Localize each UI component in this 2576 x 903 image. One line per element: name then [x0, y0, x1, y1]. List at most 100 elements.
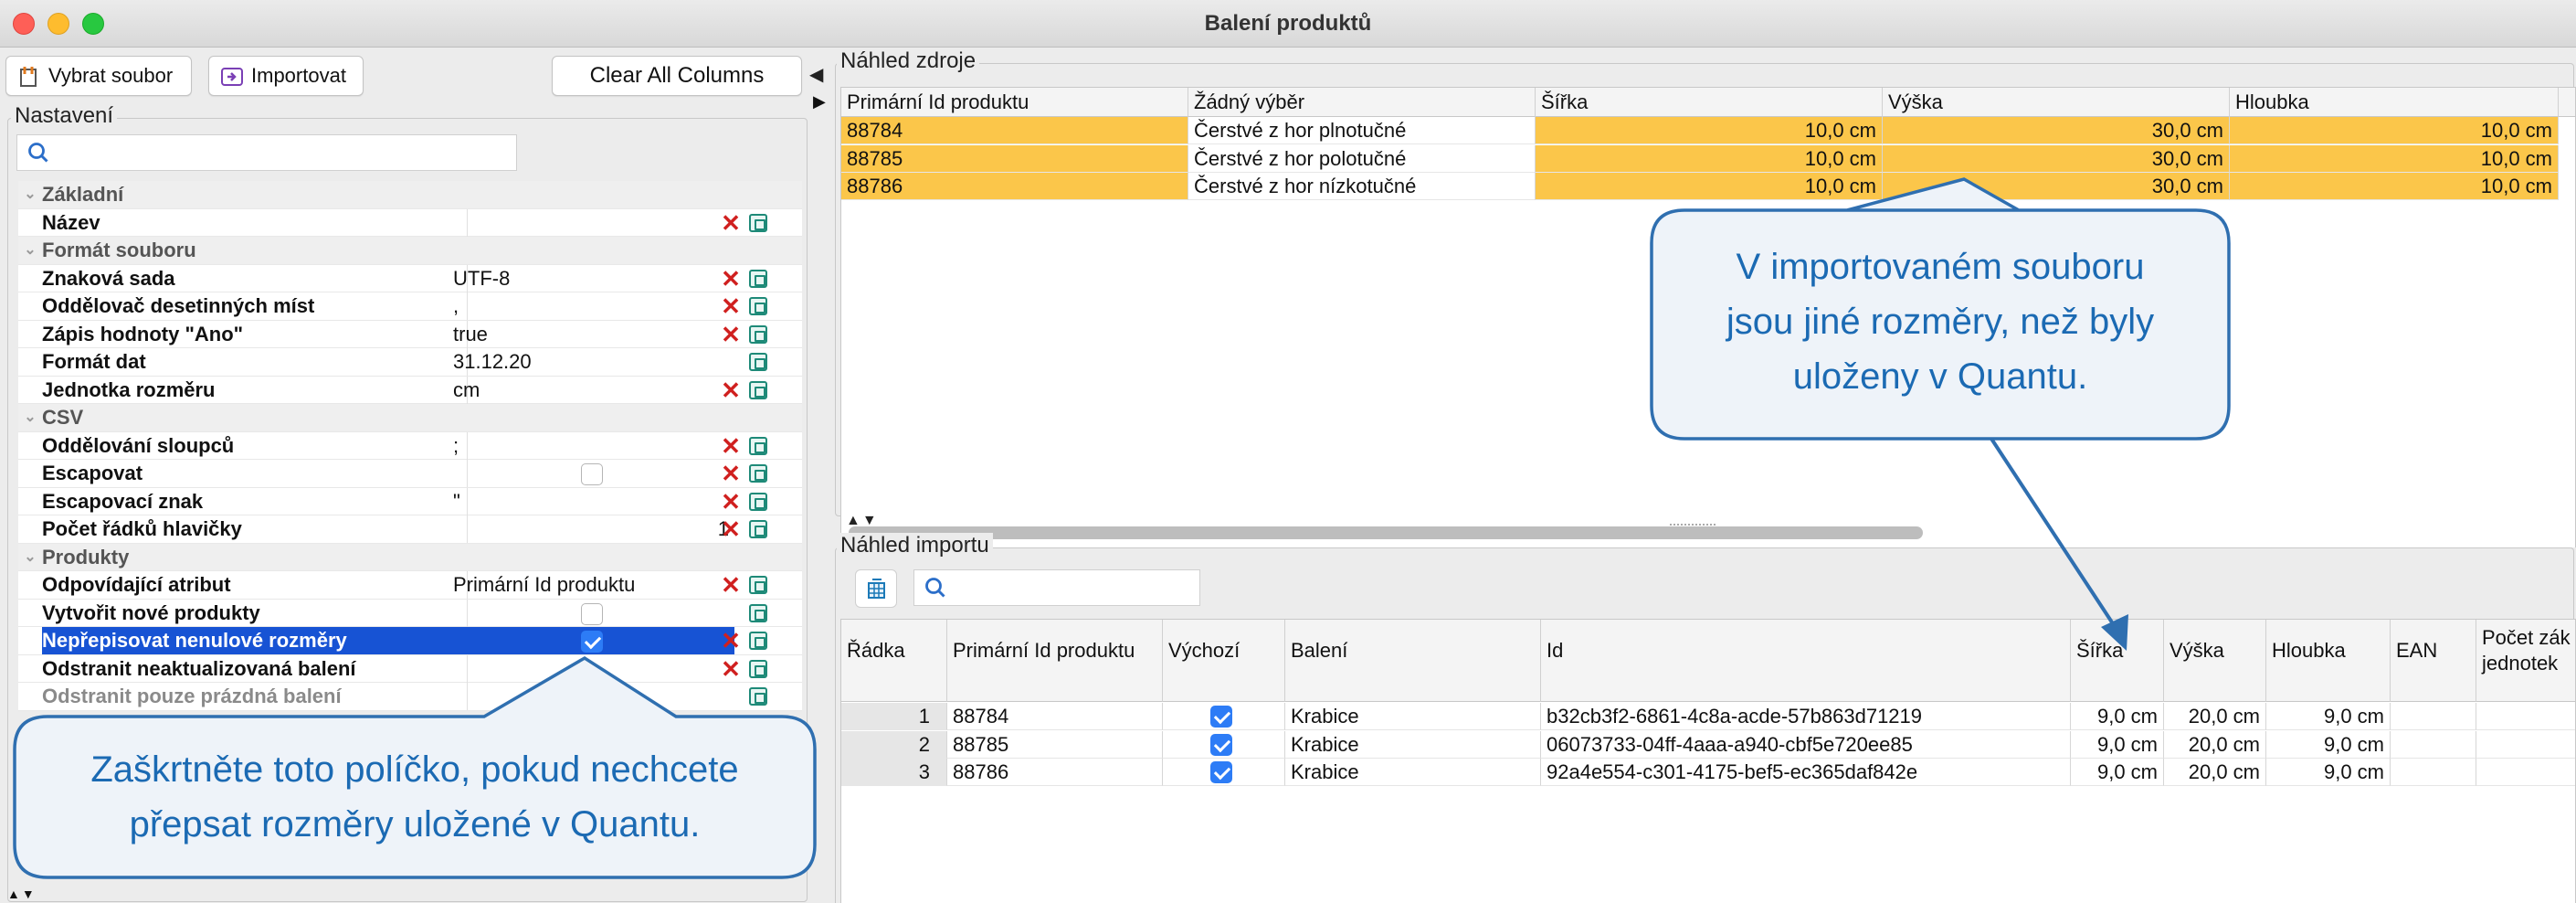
property-value[interactable] [451, 683, 734, 710]
expand-right-arrow-icon[interactable]: ▶ [813, 92, 826, 112]
settings-row[interactable]: Jednotka rozměru cm ✕ [18, 376, 802, 404]
default-checkbox[interactable] [1210, 733, 1232, 756]
copy-value-icon[interactable] [749, 213, 767, 232]
chevron-down-icon[interactable]: ⌄ [18, 404, 42, 431]
copy-value-icon[interactable] [749, 492, 767, 511]
settings-section[interactable]: ⌄ Formát souboru [18, 237, 802, 265]
table-row[interactable]: 3 88786 Krabice 92a4e554-c301-4175-bef5-ec3… [841, 759, 2575, 786]
clear-value-icon[interactable]: ✕ [718, 655, 744, 683]
column-header[interactable]: Počet zák jednotek [2476, 620, 2575, 702]
property-value[interactable]: UTF-8 [451, 265, 734, 292]
property-checkbox[interactable] [581, 602, 603, 625]
settings-row[interactable]: Nepřepisovat nenulové rozměry ✕ [18, 627, 802, 655]
chevron-down-icon[interactable]: ⌄ [18, 544, 42, 571]
horizontal-scrollbar[interactable] [849, 526, 1923, 539]
settings-row[interactable]: Oddělovač desetinných míst, ✕ [18, 292, 802, 321]
property-value[interactable]: cm [451, 377, 734, 404]
property-value[interactable]: 1 [451, 515, 734, 543]
default-checkbox[interactable] [1210, 706, 1232, 728]
default-checkbox[interactable] [1210, 761, 1232, 783]
column-header[interactable]: Výška [2164, 620, 2266, 702]
copy-value-icon[interactable] [749, 380, 767, 399]
column-header[interactable]: Žádný výběr [1188, 88, 1536, 117]
settings-row[interactable]: Odstranit neaktualizovaná balení ✕ [18, 654, 802, 683]
import-preview-table[interactable]: Řádka Primární Id produktu Výchozí Balení Id… [840, 619, 2576, 903]
settings-row[interactable]: Escapovací znak " ✕ [18, 487, 802, 515]
property-value[interactable] [451, 209, 734, 237]
column-header[interactable]: Řádka [841, 620, 947, 702]
settings-section[interactable]: ⌄ CSV [18, 404, 802, 432]
copy-value-icon[interactable] [749, 324, 767, 344]
table-row[interactable]: 2 88785 Krabice 06073733-04ff-4aaa-a940-cbf… [841, 730, 2575, 759]
clear-value-icon[interactable]: ✕ [718, 209, 744, 237]
property-value[interactable]: true [451, 321, 734, 348]
settings-section[interactable]: ⌄ Produkty [18, 543, 802, 571]
property-value[interactable]: Primární Id produktu [451, 571, 734, 599]
clear-value-icon[interactable]: ✕ [718, 515, 744, 543]
clear-value-icon[interactable]: ✕ [718, 627, 744, 654]
column-header[interactable]: Primární Id produktu [841, 88, 1188, 117]
left-splitter-arrows-icon[interactable]: ▲▼ [7, 887, 37, 901]
table-row[interactable]: 88785 Čerstvé z hor polotučné 10,0 cm 30,0 … [841, 144, 2575, 173]
chevron-down-icon[interactable]: ⌄ [18, 181, 42, 208]
clear-value-icon[interactable]: ✕ [718, 292, 744, 320]
clear-all-columns-button[interactable]: Clear All Columns [552, 56, 802, 96]
settings-row[interactable]: Formát dat 31.12.20 [18, 348, 802, 377]
settings-row[interactable]: Vytvořit nové produkty [18, 599, 802, 627]
column-header[interactable]: Výchozí [1163, 620, 1285, 702]
copy-value-icon[interactable] [749, 659, 767, 678]
settings-row[interactable]: Název ✕ [18, 208, 802, 237]
column-header[interactable]: Hloubka [2230, 88, 2559, 117]
property-checkbox[interactable] [581, 631, 603, 653]
clear-value-icon[interactable]: ✕ [718, 321, 744, 348]
settings-row[interactable]: Oddělování sloupců; ✕ [18, 431, 802, 460]
copy-value-icon[interactable] [749, 297, 767, 315]
copy-value-icon[interactable] [749, 520, 767, 538]
settings-section[interactable]: ⌄ Základní [18, 181, 802, 209]
settings-row[interactable]: Odstranit pouze prázdná balení [18, 683, 802, 711]
property-checkbox[interactable] [581, 463, 603, 485]
property-value[interactable] [451, 655, 734, 683]
splitter-arrows-icon[interactable]: ▲▼ [846, 513, 879, 529]
import-button[interactable]: Importovat [208, 56, 364, 96]
clear-value-icon[interactable]: ✕ [718, 571, 744, 599]
table-row[interactable]: 88784 Čerstvé z hor plnotučné 10,0 cm 30,0 … [841, 117, 2575, 144]
clear-value-icon[interactable]: ✕ [718, 377, 744, 404]
property-value[interactable]: , [451, 292, 734, 320]
clear-value-icon[interactable]: ✕ [718, 460, 744, 487]
settings-row[interactable]: Odpovídající atribut Primární Id produktu… [18, 571, 802, 600]
clear-value-icon[interactable]: ✕ [718, 432, 744, 460]
copy-value-icon[interactable] [749, 353, 767, 371]
property-value[interactable]: 31.12.20 [451, 348, 734, 376]
settings-search-input[interactable] [16, 134, 517, 171]
copy-value-icon[interactable] [749, 603, 767, 622]
copy-value-icon[interactable] [749, 632, 767, 650]
table-row[interactable]: 1 88784 Krabice b32cb3f2-6861-4c8a-acde-57b… [841, 703, 2575, 730]
copy-value-icon[interactable] [749, 687, 767, 706]
settings-row[interactable]: Zápis hodnoty "Ano" true ✕ [18, 320, 802, 348]
copy-value-icon[interactable] [749, 436, 767, 455]
copy-value-icon[interactable] [749, 269, 767, 288]
property-value[interactable]: " [451, 488, 734, 515]
export-button[interactable] [855, 569, 897, 608]
table-row[interactable]: 88786 Čerstvé z hor nízkotučné 10,0 cm 30,0… [841, 173, 2575, 200]
column-header[interactable]: Šířka [1536, 88, 1883, 117]
column-header[interactable]: Výška [1883, 88, 2230, 117]
splitter-handle[interactable] [1670, 524, 1716, 526]
collapse-left-arrow-icon[interactable]: ◀ [809, 63, 823, 86]
clear-value-icon[interactable]: ✕ [718, 488, 744, 515]
column-header[interactable]: Šířka [2071, 620, 2164, 702]
copy-value-icon[interactable] [749, 576, 767, 594]
settings-row[interactable]: Znaková sada UTF-8 ✕ [18, 264, 802, 292]
select-file-button[interactable]: Vybrat soubor [5, 56, 192, 96]
settings-row[interactable]: Počet řádků hlavičky 1 ✕ [18, 515, 802, 544]
chevron-down-icon[interactable]: ⌄ [18, 237, 42, 264]
clear-value-icon[interactable]: ✕ [718, 265, 744, 292]
import-search-input[interactable] [913, 569, 1200, 606]
column-header[interactable]: Hloubka [2266, 620, 2391, 702]
column-header[interactable]: Balení [1285, 620, 1541, 702]
copy-value-icon[interactable] [749, 464, 767, 483]
column-header[interactable]: EAN [2391, 620, 2476, 702]
settings-row[interactable]: Escapovat ✕ [18, 460, 802, 488]
property-value[interactable]: ; [451, 432, 734, 460]
